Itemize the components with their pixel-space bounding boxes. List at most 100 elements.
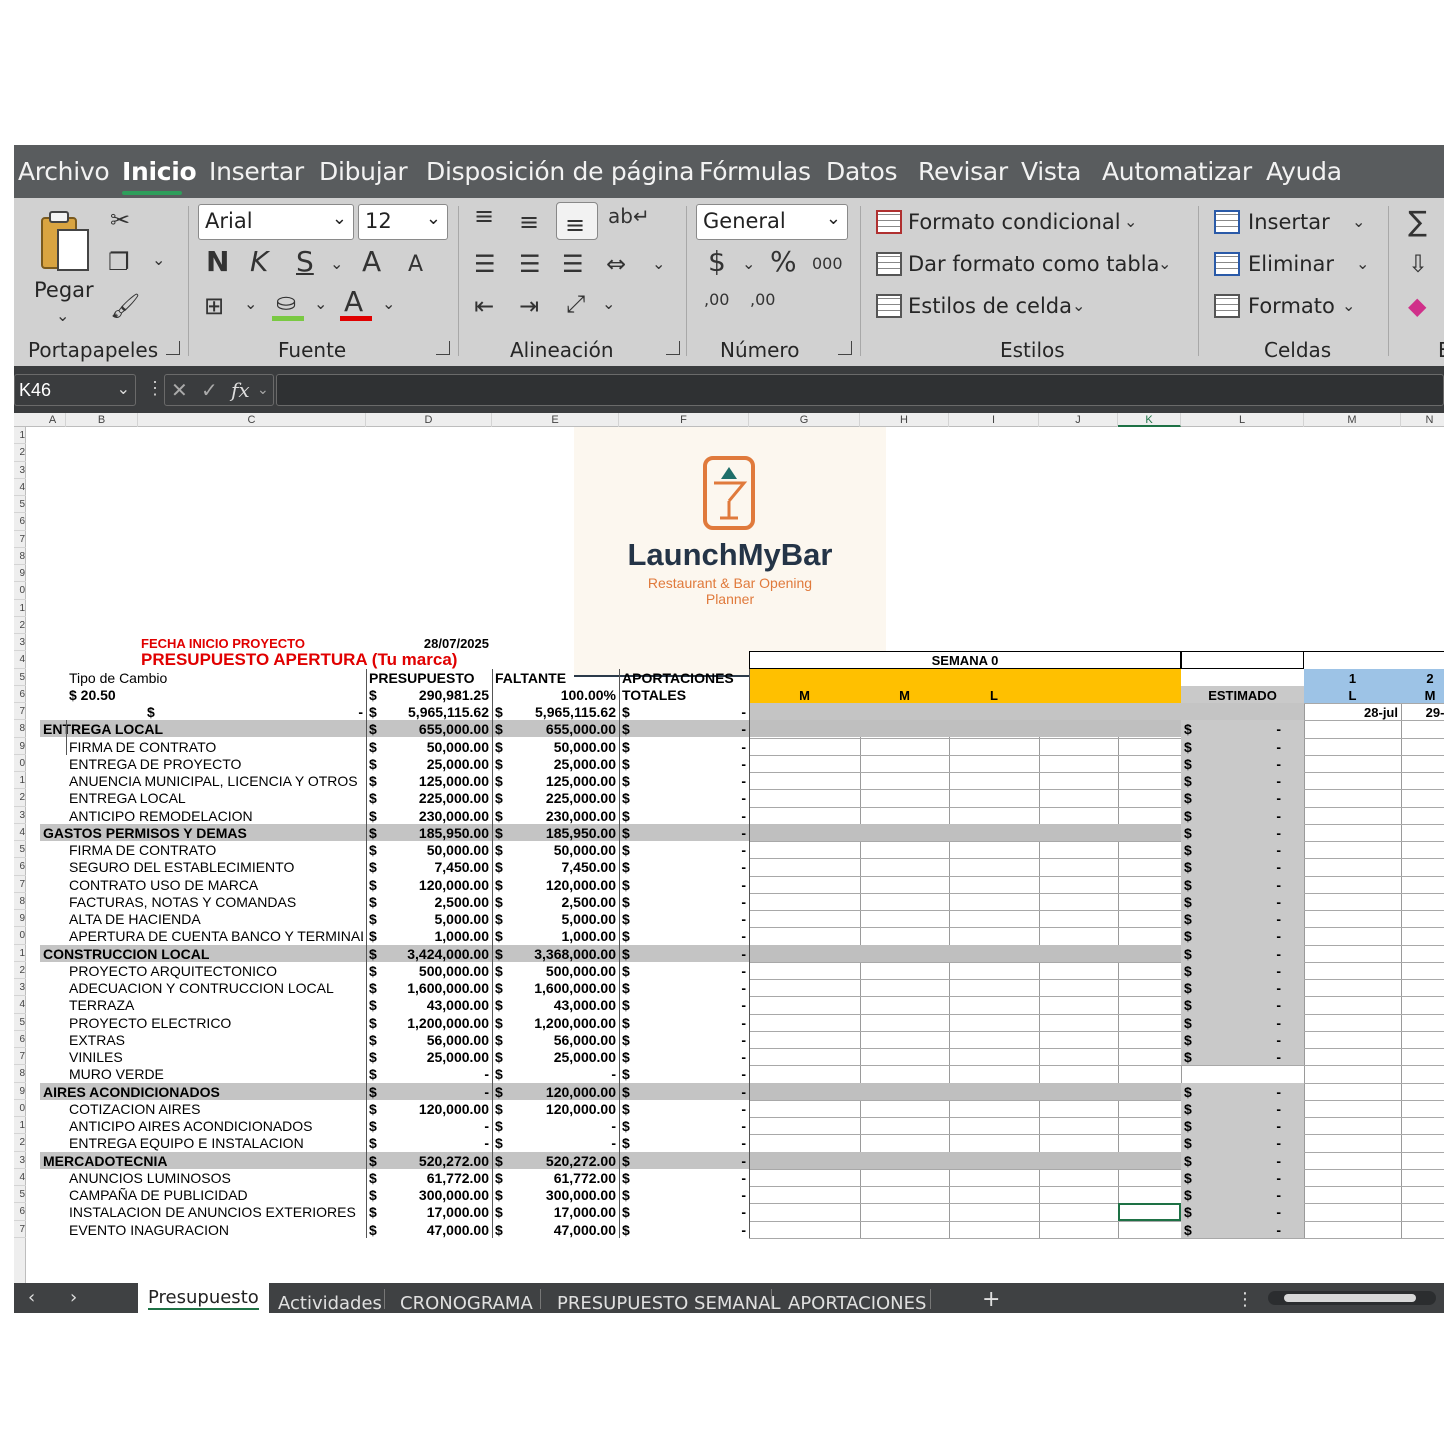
alignment-launcher-icon[interactable]	[666, 341, 680, 355]
selected-cell[interactable]	[1118, 1203, 1181, 1221]
aportaciones-value[interactable]: -	[622, 894, 746, 911]
aportaciones-value[interactable]: -	[622, 1153, 746, 1170]
chevron-down-icon[interactable]: ⌄	[1356, 254, 1369, 273]
estimado-value[interactable]: -	[1184, 877, 1301, 894]
item-label[interactable]: ANUENCIA MUNICIPAL, LICENCIA Y OTROS	[69, 773, 363, 790]
column-header-m[interactable]: M	[1304, 413, 1401, 427]
item-label[interactable]: ALTA DE HACIENDA	[69, 911, 363, 928]
font-launcher-icon[interactable]	[436, 341, 450, 355]
aportaciones-value[interactable]: -	[622, 756, 746, 773]
chevron-down-icon[interactable]: ⌄	[257, 381, 269, 398]
presupuesto-value[interactable]: 1,200,000.00	[369, 1015, 489, 1032]
increase-indent-icon[interactable]: ⇥	[519, 294, 539, 318]
week-day[interactable]: L	[952, 687, 1036, 704]
faltante-value[interactable]: 61,772.00	[495, 1170, 616, 1187]
row-header[interactable]: 5	[14, 669, 26, 686]
estimado-value[interactable]: -	[1184, 859, 1301, 876]
format-as-table-button[interactable]: Dar formato como tabla	[908, 252, 1159, 276]
row-header[interactable]: 7	[14, 703, 26, 721]
presupuesto-value[interactable]: 185,950.00	[369, 825, 489, 842]
header-totales[interactable]: TOTALES	[622, 687, 746, 704]
presupuesto-value[interactable]: 500,000.00	[369, 963, 489, 980]
formula-input[interactable]	[276, 374, 1444, 406]
column-header-a[interactable]: A	[40, 413, 66, 427]
presupuesto-value[interactable]: 56,000.00	[369, 1032, 489, 1049]
item-label[interactable]: EVENTO INAGURACION	[69, 1222, 363, 1239]
column-header-h[interactable]: H	[860, 413, 949, 427]
item-label[interactable]: ENTREGA EQUIPO E INSTALACION	[69, 1135, 363, 1152]
chevron-down-icon[interactable]: ⌄	[314, 294, 327, 313]
week-day[interactable]: M	[863, 687, 946, 704]
next-day-number[interactable]: 1	[1307, 670, 1398, 687]
presupuesto-value[interactable]: 7,450.00	[369, 859, 490, 876]
row-header[interactable]: 2	[14, 789, 26, 807]
fill-down-icon[interactable]: ⇩	[1408, 252, 1428, 276]
estimado-value[interactable]: -	[1184, 1135, 1301, 1152]
faltante-value[interactable]: -	[495, 1118, 616, 1135]
row-header[interactable]: 1	[14, 600, 26, 617]
estimado-value[interactable]: -	[1184, 963, 1301, 980]
estimado-value[interactable]: -	[1184, 1015, 1301, 1032]
menu-automatizar[interactable]: Automatizar	[1102, 157, 1252, 186]
column-header-l[interactable]: L	[1181, 413, 1304, 427]
tab-presupuesto[interactable]: Presupuesto	[138, 1283, 269, 1313]
presupuesto-value[interactable]: 520,272.00	[369, 1153, 489, 1170]
tab-cronograma[interactable]: CRONOGRAMA	[400, 1293, 533, 1313]
faltante-value[interactable]: 7,450.00	[495, 859, 617, 876]
menu-vista[interactable]: Vista	[1021, 157, 1081, 186]
row-header[interactable]: 7	[14, 1048, 26, 1066]
row-header[interactable]: 7	[14, 1221, 26, 1238]
italic-button[interactable]: K	[250, 248, 268, 276]
aportaciones-value[interactable]: -	[622, 721, 746, 738]
aportaciones-value[interactable]: -	[622, 825, 746, 842]
borders-icon[interactable]: ⊞	[204, 294, 224, 318]
presupuesto-value[interactable]: 5,000.00	[369, 911, 490, 928]
row-header[interactable]: 0	[14, 582, 26, 600]
clipboard-launcher-icon[interactable]	[166, 341, 180, 355]
estimado-value[interactable]: -	[1184, 790, 1301, 807]
aportaciones-value[interactable]: -	[622, 1032, 746, 1049]
tab-actividades[interactable]: Actividades	[278, 1293, 382, 1313]
number-format-select[interactable]: General ⌄	[696, 204, 848, 240]
column-header-j[interactable]: J	[1039, 413, 1118, 427]
item-label[interactable]: PROYECTO ELECTRICO	[69, 1015, 363, 1032]
next-day-date[interactable]: 28-jul	[1307, 704, 1398, 721]
summary-presupuesto[interactable]: 290,981.25	[369, 687, 489, 704]
tab-presupuesto-semanal[interactable]: PRESUPUESTO SEMANAL	[557, 1293, 781, 1313]
aportaciones-value[interactable]: -	[622, 963, 746, 980]
aportaciones-value[interactable]: -	[622, 911, 746, 928]
row-header[interactable]: 1	[14, 427, 26, 445]
aportaciones-value[interactable]: -	[622, 1170, 746, 1187]
column-header-e[interactable]: E	[492, 413, 619, 427]
estimado-value[interactable]: -	[1184, 1118, 1301, 1135]
wrap-text-icon[interactable]: ab↵	[608, 206, 650, 226]
item-label[interactable]: VINILES	[69, 1049, 363, 1066]
row-header[interactable]: 4	[14, 996, 26, 1014]
item-label[interactable]: COTIZACION AIRES	[69, 1101, 363, 1118]
presupuesto-value[interactable]: 50,000.00	[369, 739, 489, 756]
aportaciones-value[interactable]: -	[622, 997, 746, 1014]
aportaciones-value[interactable]: -	[622, 1222, 746, 1239]
row-header[interactable]: 5	[14, 1186, 26, 1204]
row-header[interactable]: 7	[14, 531, 26, 548]
shrink-font-button[interactable]: A	[408, 254, 423, 276]
estimado-value[interactable]: -	[1184, 721, 1301, 738]
faltante-value[interactable]: 1,200,000.00	[495, 1015, 616, 1032]
faltante-value[interactable]: 225,000.00	[495, 790, 616, 807]
worksheet-grid[interactable]: ABCDEFGHIJKLMN 1234567890123456789012345…	[14, 413, 1444, 1283]
presupuesto-value[interactable]: 25,000.00	[369, 756, 489, 773]
chevron-down-icon[interactable]: ⌄	[1342, 296, 1355, 315]
grow-font-button[interactable]: A	[362, 248, 381, 276]
estimado-value[interactable]: -	[1184, 756, 1301, 773]
insert-function-button[interactable]: fx	[231, 378, 250, 402]
delete-cells-button[interactable]: Eliminar	[1248, 252, 1334, 276]
menu-dibujar[interactable]: Dibujar	[319, 157, 408, 186]
summary-total-faltante[interactable]: 5,965,115.62	[495, 704, 616, 721]
row-header[interactable]: 3	[14, 979, 26, 997]
presupuesto-value[interactable]: 47,000.00	[369, 1222, 489, 1239]
currency-button[interactable]: $	[708, 248, 726, 276]
presupuesto-value[interactable]: 43,000.00	[369, 997, 489, 1014]
next-day-letter[interactable]: L	[1307, 687, 1398, 704]
faltante-value[interactable]: 520,272.00	[495, 1153, 616, 1170]
estimado-value[interactable]: -	[1184, 997, 1301, 1014]
